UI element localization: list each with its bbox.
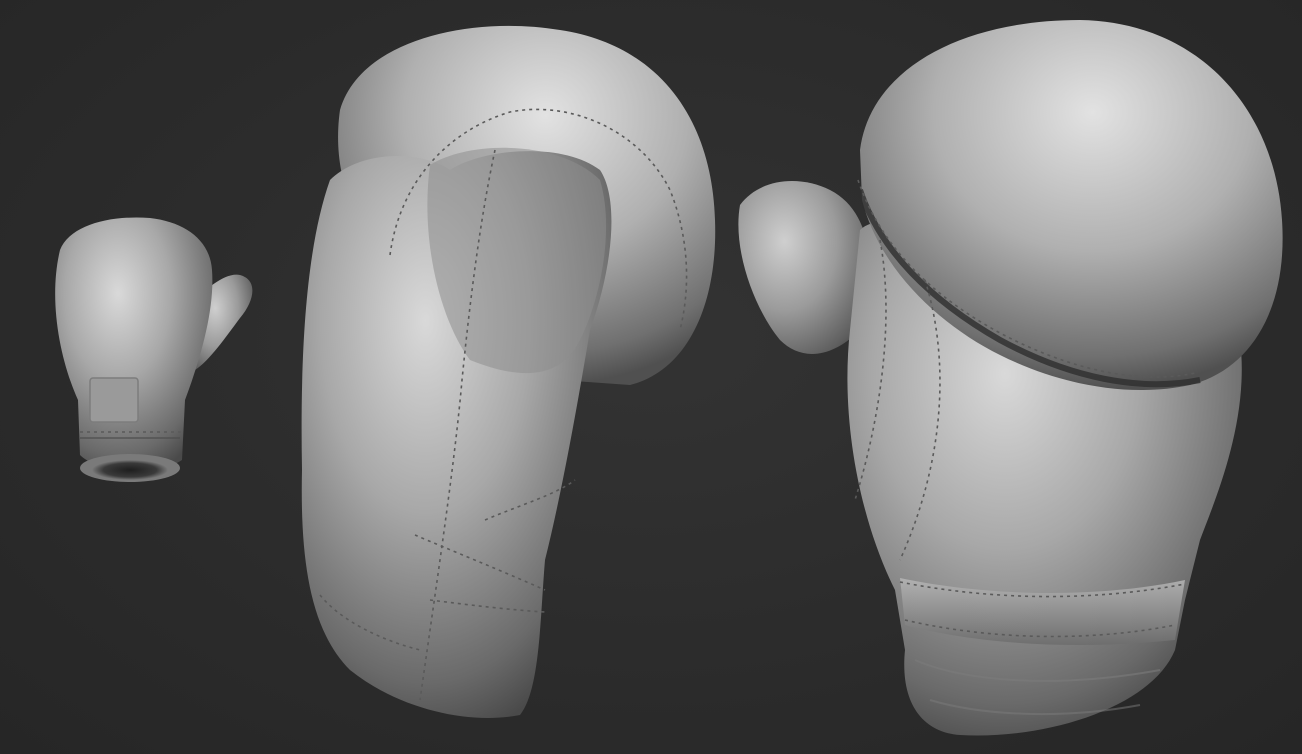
sculpt-render bbox=[55, 20, 1283, 736]
render-viewport bbox=[0, 0, 1302, 754]
right-glove bbox=[738, 20, 1283, 736]
middle-glove bbox=[301, 25, 716, 718]
small-glove bbox=[55, 217, 253, 482]
